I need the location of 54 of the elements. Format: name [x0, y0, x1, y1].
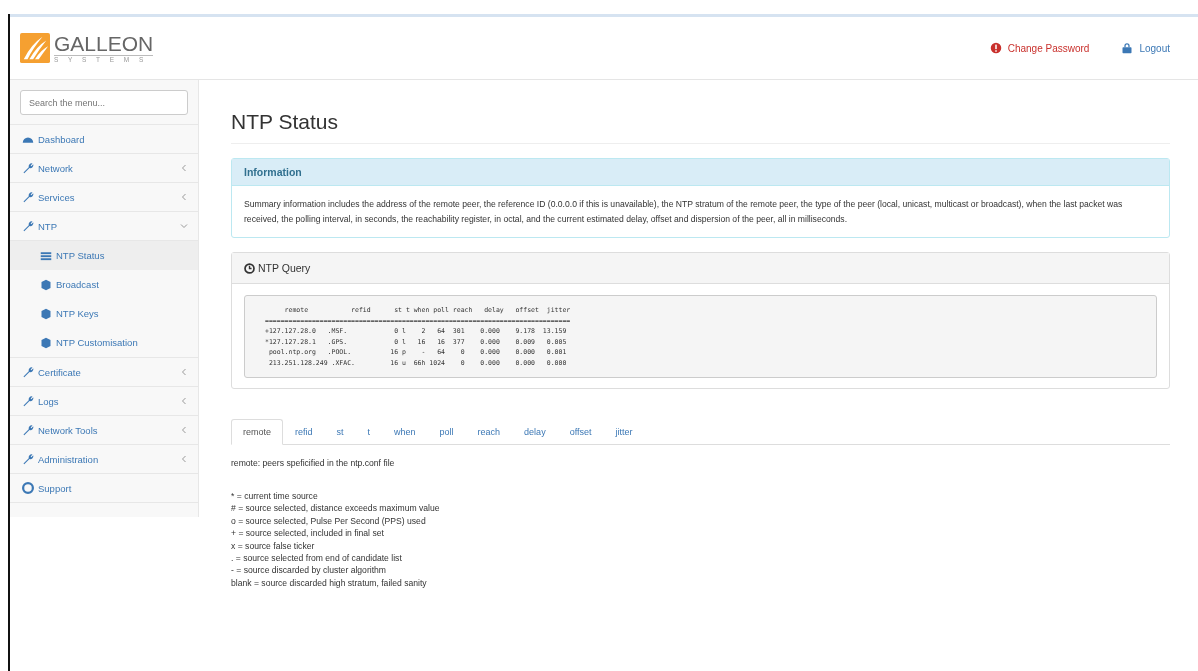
- cube-icon: [40, 278, 52, 291]
- sidebar-item[interactable]: Logs: [10, 387, 198, 416]
- legend-line: x = source false ticker: [231, 539, 316, 553]
- wrench-icon: [22, 220, 34, 232]
- sidebar-item[interactable]: Administration: [10, 445, 198, 474]
- sidebar-item[interactable]: Broadcast: [10, 270, 198, 299]
- legend-line: - = source discarded by cluster algorithm: [231, 564, 387, 577]
- sidebar-item[interactable]: Certificate: [10, 358, 198, 387]
- legend-line: + = source selected, included in final set: [231, 527, 385, 540]
- tab[interactable]: delay: [512, 419, 558, 445]
- list-icon: [40, 249, 52, 262]
- tab[interactable]: reach: [465, 419, 513, 445]
- tab[interactable]: refid: [283, 419, 325, 445]
- panel-heading: NTP Query: [258, 262, 311, 274]
- wrench-icon: [22, 424, 34, 436]
- sails-logo-icon: [20, 33, 50, 63]
- cube-icon: [40, 307, 52, 320]
- wrench-icon: [22, 162, 34, 174]
- search-field[interactable]: Search the menu...: [20, 90, 188, 115]
- change-password-link[interactable]: Change Password: [989, 42, 1090, 54]
- tab[interactable]: offset: [557, 419, 604, 445]
- brand-name: GALLEON: [54, 33, 154, 56]
- tab-description: remote: peers speficified in the ntp.conf file: [231, 458, 396, 468]
- wrench-icon: [22, 453, 34, 465]
- clock-icon: [244, 262, 255, 274]
- panel-heading: Information: [232, 159, 1169, 186]
- cube-icon: [40, 336, 52, 349]
- sidebar-item[interactable]: NTP Keys: [10, 299, 198, 328]
- legend-line: # = source selected, distance exceeds maximum value: [231, 502, 441, 515]
- tab[interactable]: t: [355, 419, 383, 445]
- lock-icon: [1121, 42, 1134, 54]
- wrench-icon: [22, 395, 34, 407]
- tab[interactable]: remote: [231, 419, 283, 445]
- tab[interactable]: when: [382, 419, 428, 445]
- sidebar-item[interactable]: NTP Customisation: [10, 328, 198, 357]
- tab[interactable]: jitter: [603, 419, 645, 445]
- page-title: NTP Status: [231, 110, 1170, 144]
- wrench-icon: [22, 366, 34, 378]
- wrench-icon: [22, 191, 34, 203]
- sidebar-item[interactable]: Network: [10, 154, 198, 183]
- sidebar-item[interactable]: Support: [10, 474, 198, 503]
- legend-line: blank = source discarded high stratum, failed sanity: [231, 576, 428, 590]
- information-text: Summary information includes the address of the remote peer, the reference ID (0.0.0.0 if this is unavailable), the NTP stratum of the remote peer, the type of the peer (local, unicast, multicast or broadcast), when the last packet was received, the polling interval, in seconds, the reachability register, in octal, and the current estimated delay, offset and dispersion of the peer, all in milliseconds.: [244, 198, 1124, 226]
- sidebar-item[interactable]: Network Tools: [10, 416, 198, 445]
- sidebar-item[interactable]: Dashboard: [10, 125, 198, 154]
- logout-link[interactable]: Logout: [1121, 42, 1170, 54]
- sidebar-item[interactable]: Services: [10, 183, 198, 212]
- alert-icon: [989, 42, 1002, 54]
- legend-line: * = current time source: [231, 490, 319, 503]
- tab[interactable]: st: [324, 419, 356, 445]
- legend-line: o = source selected, Pulse Per Second (PPS) used: [231, 514, 427, 528]
- sidebar-item[interactable]: NTP Status: [10, 241, 198, 270]
- tab[interactable]: poll: [427, 419, 466, 445]
- legend-line: . = source selected from end of candidate list: [231, 552, 403, 565]
